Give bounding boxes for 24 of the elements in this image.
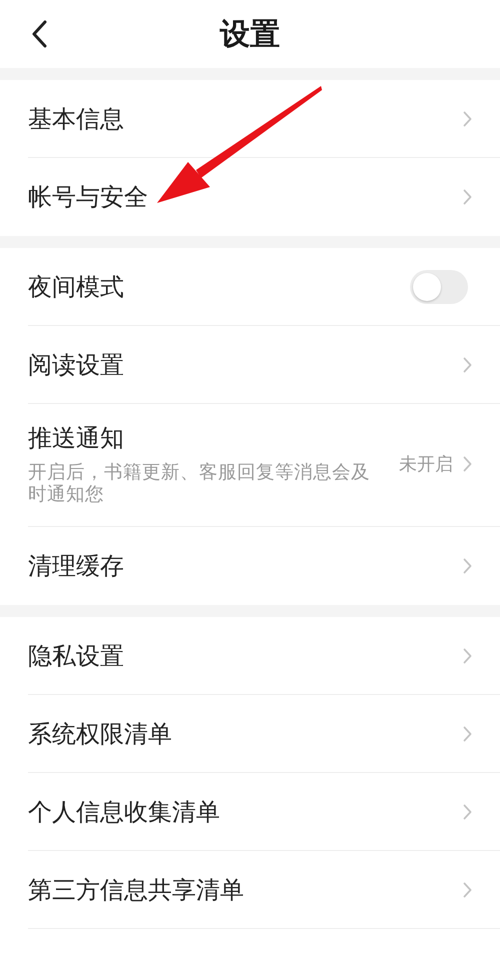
status-value: 未开启 <box>399 453 453 476</box>
chevron-right-icon[interactable] <box>463 356 472 372</box>
setting-label: 第三方信息共享清单 <box>28 874 244 906</box>
setting-label: 个人信息收集清单 <box>28 796 220 828</box>
chevron-right-icon[interactable] <box>463 648 472 664</box>
setting-description: 开启后，书籍更新、客服回复等消息会及时通知您 <box>28 462 371 506</box>
chevron-right-icon[interactable] <box>463 110 472 126</box>
setting-label: 基本信息 <box>28 104 124 134</box>
setting-label: 系统权限清单 <box>28 718 172 750</box>
chevron-right-icon[interactable] <box>463 558 472 574</box>
chevron-right-icon[interactable] <box>463 456 472 472</box>
chevron-right-icon[interactable] <box>463 882 472 898</box>
page-title: 设置 <box>220 16 280 54</box>
chevron-right-icon[interactable] <box>463 804 472 820</box>
chevron-right-icon[interactable] <box>463 189 472 205</box>
toggle-switch[interactable] <box>410 270 468 304</box>
back-icon[interactable] <box>30 20 48 48</box>
setting-label: 隐私设置 <box>28 640 124 672</box>
setting-label: 夜间模式 <box>28 272 124 302</box>
setting-label: 帐号与安全 <box>28 182 148 213</box>
setting-label: 阅读设置 <box>28 350 124 380</box>
chevron-right-icon[interactable] <box>463 726 472 742</box>
setting-label: 清理缓存 <box>28 551 124 582</box>
setting-label: 推送通知 <box>28 423 124 454</box>
